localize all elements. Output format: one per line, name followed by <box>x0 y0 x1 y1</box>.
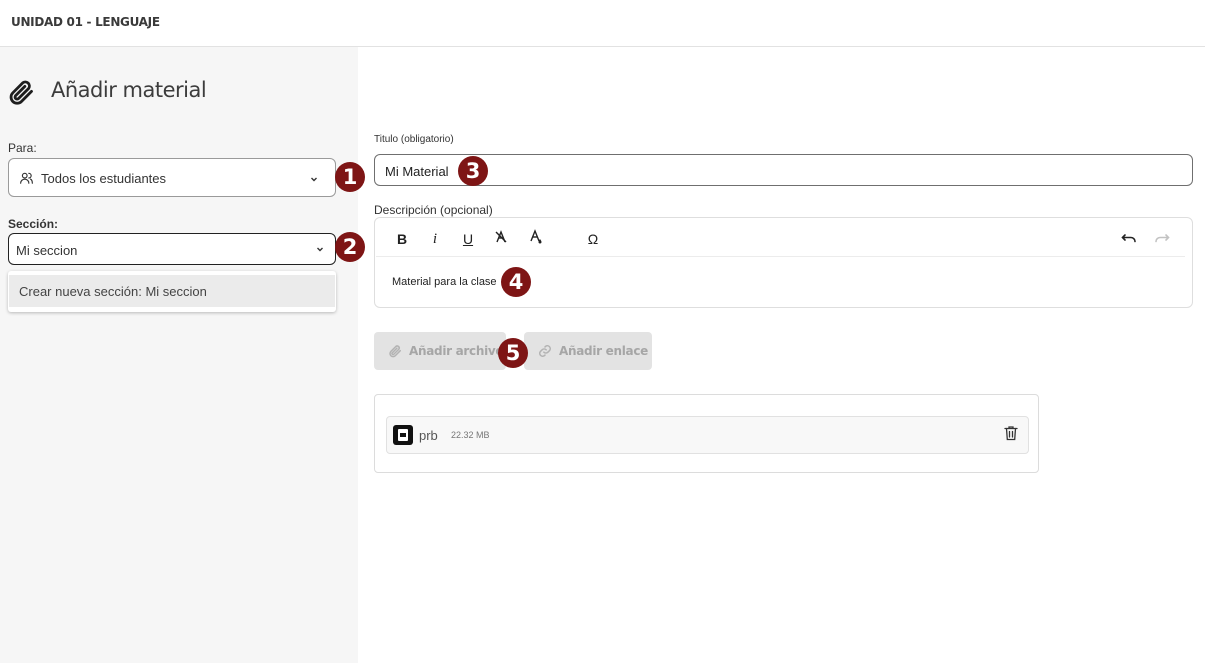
title-input-value: Mi Material <box>385 164 449 179</box>
step-badge-1: 1 <box>335 162 365 192</box>
seccion-select[interactable]: Mi seccion <box>8 233 336 265</box>
seccion-label: Sección: <box>8 217 59 231</box>
para-select-value: Todos los estudiantes <box>41 171 167 186</box>
users-icon <box>20 172 33 184</box>
undo-icon <box>1121 234 1136 243</box>
add-file-label: Añadir archivo <box>409 344 504 358</box>
trash-icon[interactable] <box>1004 425 1018 441</box>
step-badge-2: 2 <box>335 232 365 262</box>
sidebar <box>0 47 358 663</box>
add-link-label: Añadir enlace <box>559 344 648 358</box>
description-editor[interactable]: B i U Ω Material para la clase <box>374 217 1193 308</box>
seccion-dropdown: Crear nueva sección: Mi seccion <box>8 271 336 312</box>
paperclip-icon <box>9 80 33 105</box>
text-color-icon <box>530 229 542 244</box>
underline-button[interactable]: U <box>458 229 478 249</box>
para-label: Para: <box>8 141 37 155</box>
seccion-select-value: Mi seccion <box>16 243 78 258</box>
add-link-button[interactable]: Añadir enlace <box>524 332 652 370</box>
title-input[interactable]: Mi Material <box>374 154 1193 186</box>
clear-format-button[interactable] <box>491 229 511 249</box>
pdf-file-icon <box>393 425 413 445</box>
top-bar: UNIDAD 01 - LENGUAJE <box>0 0 1205 47</box>
undo-button[interactable] <box>1119 229 1139 249</box>
redo-button[interactable] <box>1152 229 1172 249</box>
description-label: Descripción (opcional) <box>374 203 493 217</box>
paperclip-icon <box>389 345 402 358</box>
clear-format-icon <box>495 230 507 243</box>
chevron-down-icon <box>317 247 323 252</box>
special-char-button[interactable]: Ω <box>583 229 603 249</box>
para-select[interactable]: Todos los estudiantes <box>8 158 336 197</box>
dropdown-option-create-section[interactable]: Crear nueva sección: Mi seccion <box>9 275 335 307</box>
dropdown-option-label: Crear nueva sección: Mi seccion <box>19 284 207 299</box>
file-item[interactable]: prb 22.32 MB <box>386 416 1029 454</box>
editor-toolbar: B i U Ω <box>376 219 1185 257</box>
step-badge-5: 5 <box>498 338 528 368</box>
file-name: prb <box>419 428 438 443</box>
italic-button[interactable]: i <box>425 229 445 249</box>
step-badge-3: 3 <box>458 156 488 186</box>
bold-button[interactable]: B <box>392 229 412 249</box>
file-size: 22.32 MB <box>451 430 490 440</box>
redo-icon <box>1155 234 1170 243</box>
title-label: Titulo (obligatorio) <box>374 134 454 145</box>
course-title: UNIDAD 01 - LENGUAJE <box>11 15 160 29</box>
attached-files-box: prb 22.32 MB <box>374 394 1039 473</box>
add-file-button[interactable]: Añadir archivo <box>374 332 506 370</box>
description-content: Material para la clase <box>392 276 497 288</box>
text-color-button[interactable] <box>526 229 546 249</box>
page-title: Añadir material <box>51 78 207 102</box>
link-icon <box>539 345 551 357</box>
step-badge-4: 4 <box>501 267 531 297</box>
chevron-down-icon <box>311 177 317 182</box>
